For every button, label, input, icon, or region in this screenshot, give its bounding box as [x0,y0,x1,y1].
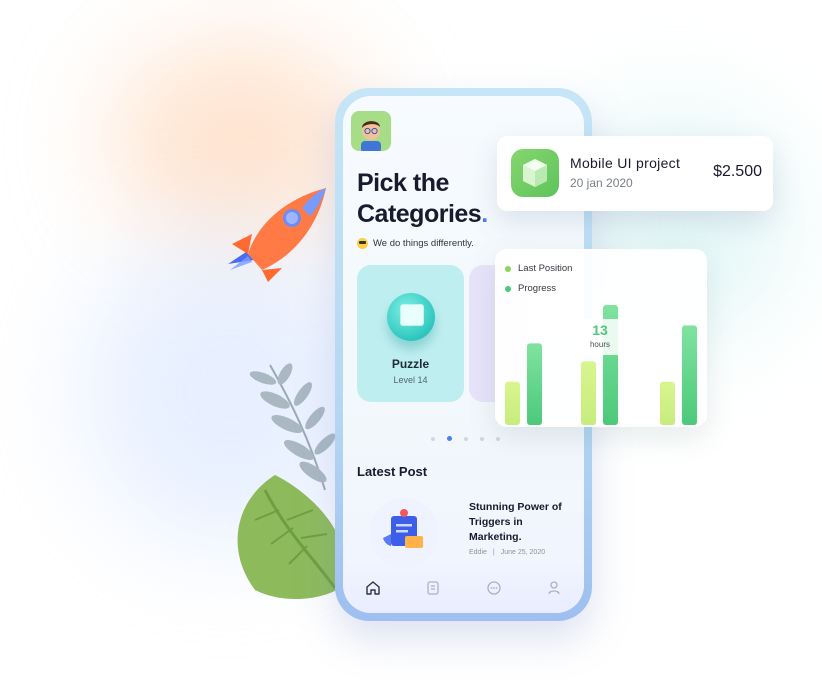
chat-icon[interactable] [484,578,504,598]
post-title[interactable]: Stunning Power of Triggers in Marketing. [469,500,569,545]
progress-chart-card: Last Position Progress 13 hours [495,249,707,427]
category-name: Puzzle [391,357,430,371]
post-date: June 25, 2020 [500,549,546,556]
post-thumbnail[interactable] [369,498,439,568]
carousel-indicator [431,436,500,441]
sunglasses-emoji-icon [357,238,368,249]
document-alert-icon [383,509,423,548]
page-title-line2: Categories [357,200,482,228]
category-level: Level 14 [393,375,428,385]
carousel-dot[interactable] [496,436,500,441]
bar-chart [505,305,697,425]
latest-post-heading: Latest Post [357,464,428,479]
category-card-puzzle[interactable]: Puzzle Level 14 [357,265,464,402]
carousel-dot[interactable] [431,436,435,441]
project-title: Mobile UI project [570,155,681,171]
puzzle-icon [387,293,435,341]
bar-progress-2 [682,325,697,425]
tagline-text: We do things differently. [373,238,474,249]
post-meta: Eddie | June 25, 2020 [469,549,545,556]
avatar-person-icon [361,121,381,151]
carousel-dot-active[interactable] [447,436,452,441]
bar-last-position-1 [581,361,596,425]
project-date: 20 jan 2020 [570,176,633,190]
carousel-dot[interactable] [480,436,484,441]
project-price: $2.500 [713,163,762,180]
bottom-navigation [343,563,584,613]
bar-last-position-0 [505,381,520,425]
home-icon[interactable] [363,578,383,598]
post-separator: | [492,549,495,556]
document-icon[interactable] [423,578,443,598]
highlight-value: 13 [592,322,608,338]
page-title-dot: . [481,200,488,228]
profile-icon[interactable] [544,578,564,598]
tagline: We do things differently. [357,238,474,249]
bar-last-position-2 [660,381,675,425]
post-author: Eddie [469,549,487,556]
bar-progress-0 [527,343,542,425]
cube-icon [511,149,559,197]
highlight-unit: hours [589,340,610,349]
rocket-icon [228,188,326,282]
avatar[interactable] [351,111,391,151]
project-card[interactable]: Mobile UI project 20 jan 2020 $2.500 [497,136,773,211]
carousel-dot[interactable] [464,436,468,441]
